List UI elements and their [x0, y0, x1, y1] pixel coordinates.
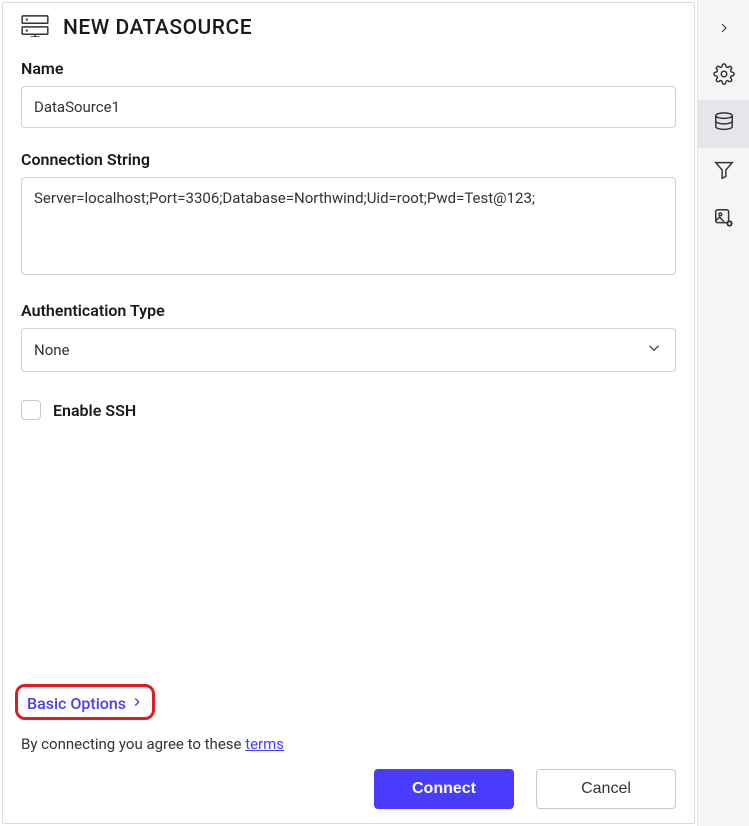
auth-type-value: None	[34, 341, 70, 359]
side-rail	[697, 0, 749, 826]
gear-icon	[713, 63, 735, 89]
filter-icon	[713, 159, 735, 185]
cancel-button[interactable]: Cancel	[536, 769, 676, 809]
basic-options-label: Basic Options	[27, 694, 126, 713]
auth-type-label: Authentication Type	[21, 301, 676, 320]
collapse-panel-button[interactable]	[698, 4, 749, 52]
database-icon	[713, 111, 735, 137]
chevron-right-icon	[130, 694, 144, 713]
image-settings-icon	[713, 207, 735, 233]
enable-ssh-checkbox[interactable]	[21, 400, 41, 420]
datasource-tab[interactable]	[698, 100, 749, 148]
connection-string-label: Connection String	[21, 150, 676, 169]
terms-link[interactable]: terms	[245, 735, 284, 753]
filter-tab[interactable]	[698, 148, 749, 196]
basic-options-toggle[interactable]: Basic Options	[21, 692, 150, 715]
image-settings-tab[interactable]	[698, 196, 749, 244]
connect-button[interactable]: Connect	[374, 769, 514, 809]
panel-title: NEW DATASOURCE	[63, 16, 252, 40]
enable-ssh-label: Enable SSH	[53, 401, 136, 420]
terms-text: By connecting you agree to these terms	[21, 735, 676, 753]
new-datasource-panel: NEW DATASOURCE Name Connection String Se…	[2, 2, 695, 824]
connection-string-input[interactable]: Server=localhost;Port=3306;Database=Nort…	[21, 177, 676, 275]
name-label: Name	[21, 59, 676, 78]
datasource-icon	[21, 15, 49, 41]
chevron-down-icon	[645, 339, 663, 361]
panel-header: NEW DATASOURCE	[21, 15, 676, 41]
auth-type-select[interactable]: None	[21, 328, 676, 372]
settings-tab[interactable]	[698, 52, 749, 100]
name-input[interactable]	[21, 86, 676, 128]
